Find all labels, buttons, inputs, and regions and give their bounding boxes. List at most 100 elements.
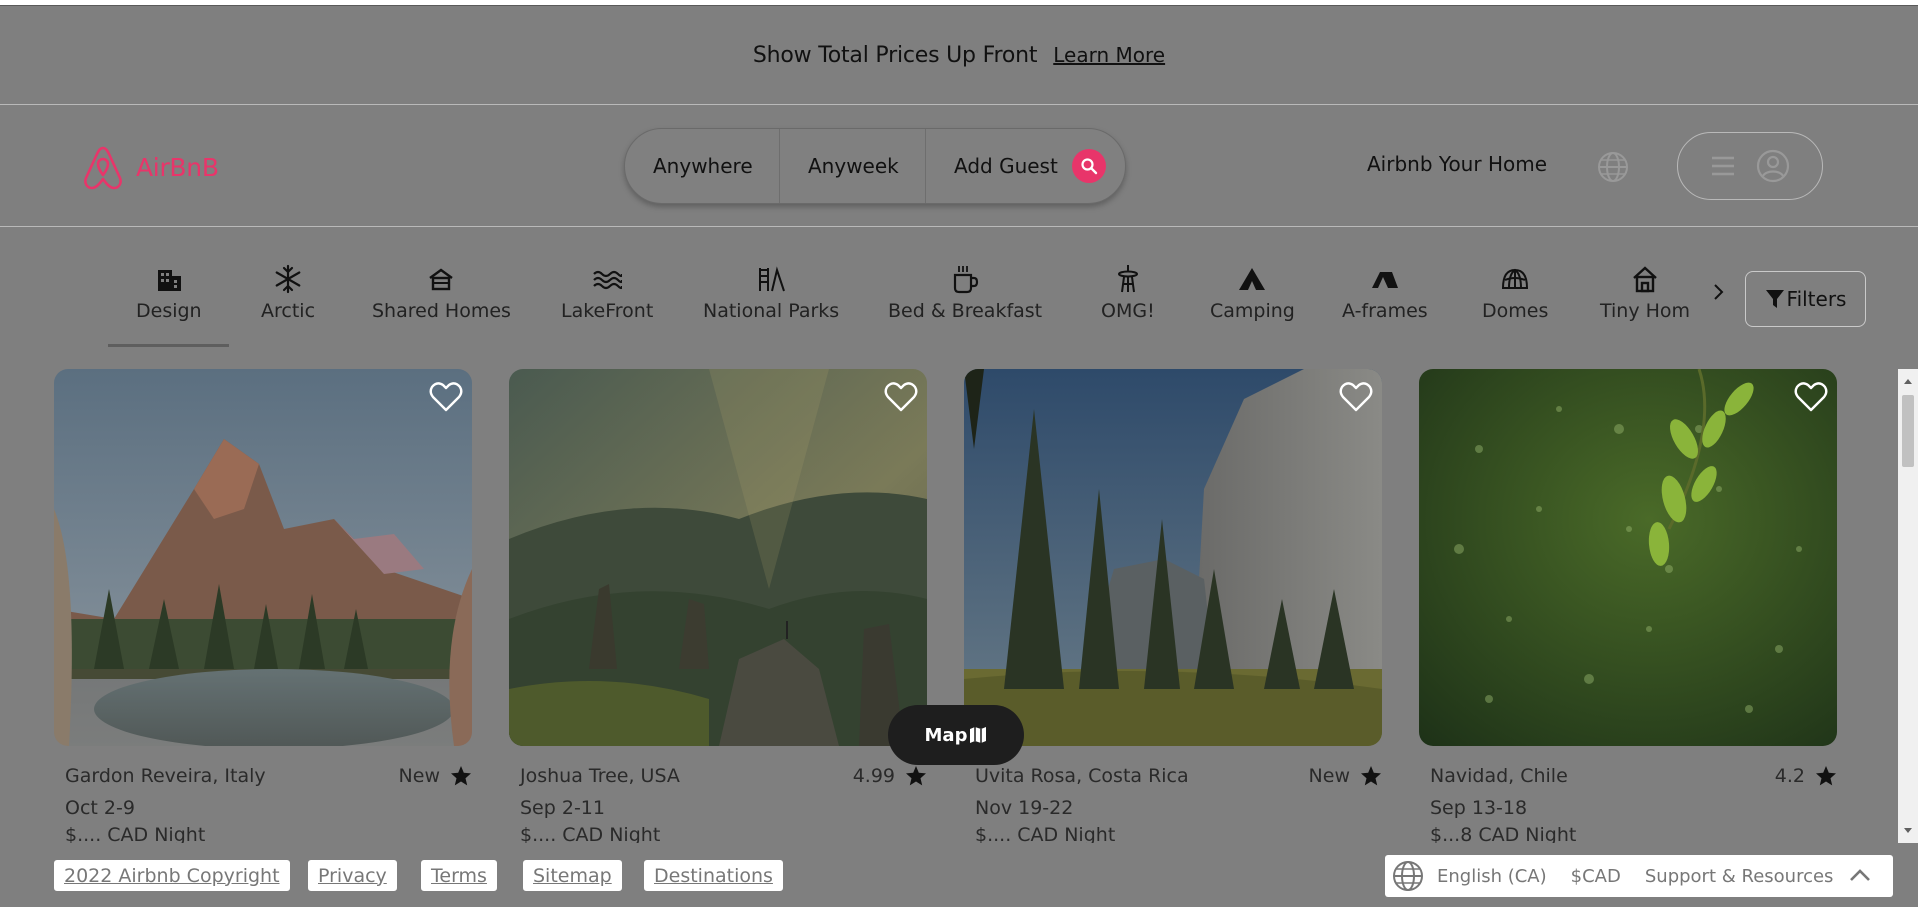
language-selector[interactable]: English (CA) [1437,866,1547,887]
show-map-button[interactable]: Map [888,705,1024,765]
rating-value: 4.99 [852,765,895,787]
a-frame-icon [1371,272,1398,288]
search-who-button[interactable]: Add Guest [926,129,1106,203]
logo[interactable]: AirBnB [80,142,219,192]
listing-dates: Sep 13-18 [1430,797,1528,819]
listings-grid: Gardon Reveira, Italy New Oct 2-9 $.... … [0,369,1898,843]
add-guest-label: Add Guest [954,154,1058,178]
listing-location: Gardon Reveira, Italy [65,765,266,787]
heart-icon[interactable] [883,379,919,415]
site-header: AirBnB Anywhere Anyweek Add Guest Airbnb… [0,106,1918,227]
listing-card[interactable]: Navidad, Chile 4.2 Sep 13-18 $...8 CAD N… [1419,369,1837,843]
listing-photo[interactable] [1419,369,1837,746]
search-bar[interactable]: Anywhere Anyweek Add Guest [624,128,1126,204]
category-label: Arctic [261,300,316,322]
listing-photo[interactable] [54,369,472,746]
footer-copyright-link[interactable]: 2022 Airbnb Copyright [54,860,290,891]
listing-rating: 4.2 [1775,765,1837,787]
filters-button[interactable]: Filters [1745,271,1866,327]
heart-icon[interactable] [1338,379,1374,415]
rain-leaves-photo [1419,369,1837,746]
waves-icon [593,270,623,290]
category-shared-homes[interactable]: Shared Homes [372,264,511,322]
filter-icon [1765,290,1784,308]
listing-price: $...8 CAD Night [1430,824,1577,843]
price-banner: Show Total Prices Up Front Learn More [0,6,1918,105]
listing-location: Navidad, Chile [1430,765,1568,787]
heart-icon[interactable] [1793,379,1829,415]
listing-card[interactable]: Joshua Tree, USA 4.99 Sep 2-11 $.... CAD… [509,369,927,843]
valley-rocks-photo [509,369,927,746]
category-a-frames[interactable]: A-frames [1342,264,1428,322]
site-footer: 2022 Airbnb Copyright Privacy Terms Site… [0,843,1918,907]
search-when-button[interactable]: Anyweek [780,129,926,203]
listing-price: $.... CAD Night [975,824,1116,843]
park-icon [759,266,786,292]
category-omg[interactable]: OMG! [1101,264,1155,322]
category-design[interactable]: Design [136,264,202,322]
scroll-up-arrow-icon[interactable] [1902,375,1914,387]
user-menu-button[interactable] [1677,132,1823,200]
shared-home-icon [429,268,454,291]
airbnb-your-home-link[interactable]: Airbnb Your Home [1367,152,1547,176]
category-lakefront[interactable]: LakeFront [561,264,653,322]
support-resources-link[interactable]: Support & Resources [1645,866,1834,887]
footer-settings-bar: English (CA) $CAD Support & Resources [1385,855,1893,897]
search-where-button[interactable]: Anywhere [625,129,780,203]
mountain-lake-photo [54,369,472,746]
rating-value: New [1308,765,1350,787]
listing-rating: New [399,765,472,787]
listing-rating: 4.99 [853,765,927,787]
tiny-home-icon [1633,266,1657,293]
listing-photo[interactable] [509,369,927,746]
user-avatar-icon [1756,149,1790,183]
category-label: Design [136,300,202,322]
category-label: Camping [1210,300,1295,322]
map-button-label: Map [924,724,968,746]
search-button[interactable] [1071,149,1106,183]
category-national-parks[interactable]: National Parks [703,264,839,322]
scrollbar-thumb[interactable] [1902,395,1914,467]
chevron-right-icon[interactable] [1706,280,1730,304]
listing-card[interactable]: Uvita Rosa, Costa Rica New Nov 19-22 $..… [964,369,1382,843]
globe-icon[interactable] [1391,859,1425,893]
category-tiny-homes[interactable]: Tiny Hom [1600,264,1690,322]
footer-destinations-link[interactable]: Destinations [644,860,783,891]
globe-icon[interactable] [1596,150,1630,184]
star-icon [451,766,471,786]
category-arctic[interactable]: Arctic [261,264,315,322]
search-icon [1081,158,1098,175]
learn-more-link[interactable]: Learn More [1053,43,1165,67]
rating-value: 4.2 [1774,765,1805,787]
category-bar: Design Arctic Shared Homes LakeFront Nat… [0,228,1918,348]
listing-dates: Oct 2-9 [65,797,135,819]
vertical-scrollbar[interactable] [1898,369,1918,843]
footer-sitemap-link[interactable]: Sitemap [523,860,622,891]
chevron-up-icon[interactable] [1847,863,1873,889]
footer-terms-link[interactable]: Terms [421,860,497,891]
listing-card[interactable]: Gardon Reveira, Italy New Oct 2-9 $.... … [54,369,472,843]
listing-dates: Nov 19-22 [975,797,1074,819]
listing-location: Uvita Rosa, Costa Rica [975,765,1189,787]
category-camping[interactable]: Camping [1210,264,1295,322]
building-icon [157,270,181,291]
category-domes[interactable]: Domes [1482,264,1548,322]
category-label: Shared Homes [372,300,511,322]
map-icon [970,727,987,743]
category-label: OMG! [1101,300,1155,322]
footer-privacy-link[interactable]: Privacy [308,860,397,891]
space-needle-icon [1117,265,1138,293]
airbnb-logo-icon [84,146,122,190]
filters-label: Filters [1786,287,1847,311]
coffee-icon [953,266,979,294]
currency-selector[interactable]: $CAD [1571,866,1621,887]
scroll-down-arrow-icon[interactable] [1902,825,1914,837]
listing-photo[interactable] [964,369,1382,746]
category-label: Domes [1482,300,1549,322]
heart-icon[interactable] [428,379,464,415]
star-icon [1361,766,1381,786]
snowflake-icon [275,264,301,294]
category-bed-breakfast[interactable]: Bed & Breakfast [888,264,1042,322]
selected-category-underline [108,344,229,347]
star-icon [906,766,926,786]
